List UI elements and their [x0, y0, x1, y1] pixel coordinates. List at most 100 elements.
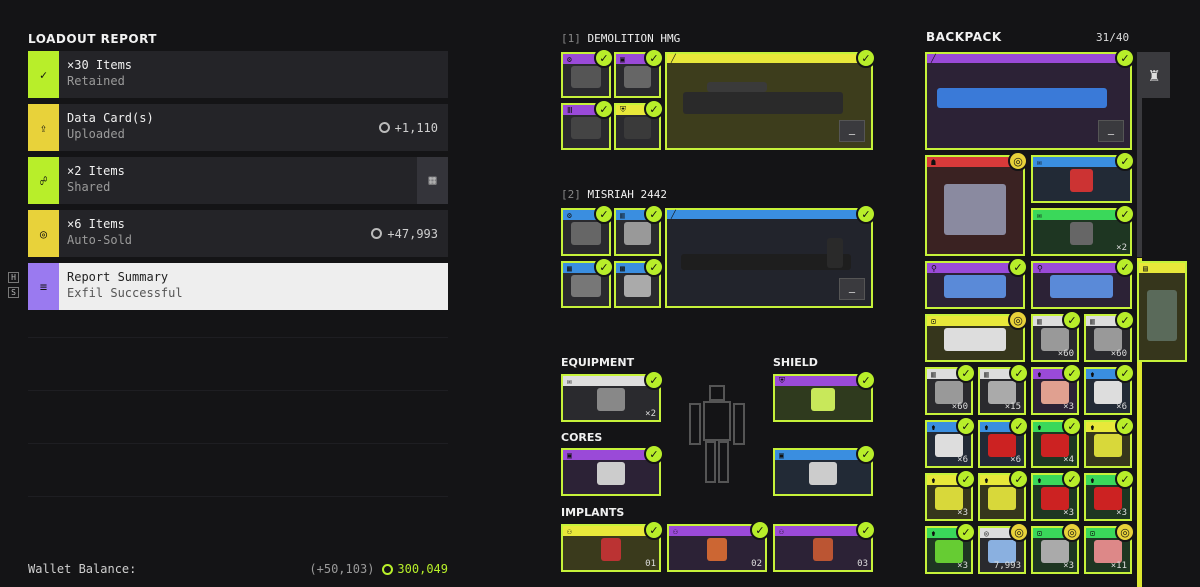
- weapon-2-slot[interactable]: ╱ ⚊ ✓: [665, 204, 876, 308]
- backpack-slot[interactable]: ▥ ×15 ✓: [978, 363, 1029, 415]
- backpack-slot[interactable]: ⚱ ×4 ✓: [1031, 416, 1082, 468]
- backpack-slot[interactable]: ⚱ ×3 ✓: [925, 522, 976, 574]
- hotkey-s[interactable]: S: [8, 287, 19, 298]
- hotkey-h[interactable]: H: [8, 272, 19, 283]
- backpack-item: [944, 328, 1006, 352]
- implant-slot[interactable]: ⚇ 03 ✓: [773, 520, 876, 572]
- consumable-item: [987, 487, 1017, 511]
- grenade-item: [596, 388, 626, 412]
- check-icon: ✓: [1115, 204, 1135, 224]
- weapon-2-mod-slot[interactable]: ▦ ✓: [561, 257, 614, 308]
- wallet-label: Wallet Balance:: [28, 562, 137, 576]
- backpack-slot[interactable]: ✉ ×2 ✓: [1031, 204, 1135, 256]
- equipment-slot[interactable]: ✉ ×2 ✓: [561, 370, 664, 422]
- backpack-weapon-slot[interactable]: ╱ ⚊ ✓: [925, 48, 1135, 150]
- check-icon: ✓: [1062, 310, 1082, 330]
- check-icon: ✓: [1115, 469, 1135, 489]
- item-type-icon: ▤: [1139, 263, 1185, 273]
- attachment-button[interactable]: ⚊: [839, 278, 865, 300]
- weapon-1-slot[interactable]: ╱ ⚊ ✓: [665, 48, 876, 150]
- loadout-report-panel: LOADOUT REPORT ✓ ×30 Items Retained ⇪ Dat…: [28, 0, 448, 587]
- backpack-weapon-image: [937, 88, 1107, 108]
- weapon-1-mod-slot[interactable]: ⚙ ✓: [561, 48, 614, 98]
- check-icon: ✓: [856, 444, 876, 464]
- implant-slot[interactable]: ⚇ 01 ✓: [561, 520, 664, 572]
- backpack-item: [1069, 222, 1094, 246]
- loadout-report-title: LOADOUT REPORT: [28, 32, 157, 46]
- weapon-1-image: [683, 92, 843, 114]
- data-card-row[interactable]: ⇪ Data Card(s) Uploaded +1,110: [28, 104, 448, 151]
- mod-item: [623, 275, 652, 298]
- data-card-title: Data Card(s): [67, 111, 154, 125]
- backpack-capacity: 31/40: [1096, 31, 1130, 44]
- attachment-button[interactable]: ⚊: [839, 120, 865, 142]
- backpack-slot[interactable]: ⚱ ×3 ✓: [1031, 363, 1082, 415]
- backpack-slot[interactable]: ☗ ◎: [925, 151, 1028, 256]
- backpack-slot[interactable]: ⚱ ×6 ✓: [1084, 363, 1135, 415]
- check-icon: ✓: [956, 363, 976, 383]
- consumable-item: [1093, 487, 1123, 511]
- check-icon: ✓: [594, 204, 614, 224]
- consumable-item: [934, 434, 964, 458]
- backpack-slot[interactable]: ✉ ✓: [1031, 151, 1135, 203]
- shared-row[interactable]: ☍ ×2 Items Shared ▦: [28, 157, 448, 204]
- ammo-item: [1040, 328, 1070, 352]
- mod-item: [623, 65, 652, 88]
- check-icon: ✓: [644, 99, 664, 119]
- backpack-slot[interactable]: ▥ ×60 ✓: [1031, 310, 1082, 362]
- check-icon: ✓: [1115, 363, 1135, 383]
- backpack-slot[interactable]: ▥ ×60 ✓: [1084, 310, 1135, 362]
- backpack-slot[interactable]: ⚱ ✓: [1084, 416, 1135, 468]
- check-icon: ✓: [644, 204, 664, 224]
- character-icon[interactable]: ♜: [1138, 52, 1170, 98]
- check-icon: ✓: [956, 416, 976, 436]
- backpack-slot[interactable]: ⚱ ✓: [978, 469, 1029, 521]
- data-card-item: [944, 275, 1006, 299]
- core-slot[interactable]: ▣ ✓: [561, 444, 664, 496]
- auto-sold-label: Auto-Sold: [67, 233, 133, 247]
- backpack-slot[interactable]: ⊡ ×3 ◎: [1031, 522, 1082, 574]
- weapon-2-mod-slot[interactable]: ⚙ ✓: [561, 204, 614, 256]
- backpack-slot[interactable]: ⚱ ×3 ✓: [925, 469, 976, 521]
- upload-icon: ⇪: [28, 104, 59, 151]
- backpack-slot[interactable]: ⚱ ×6 ✓: [978, 416, 1029, 468]
- grid-view-button[interactable]: ▦: [417, 157, 448, 204]
- core-slot[interactable]: ▣ ✓: [773, 444, 876, 496]
- check-icon: ✓: [1115, 310, 1135, 330]
- weapon-2-mod-slot[interactable]: ▩ ✓: [614, 257, 664, 308]
- implants-title: IMPLANTS: [561, 506, 625, 519]
- check-icon: ✓: [1009, 469, 1029, 489]
- backpack-slot[interactable]: ◎ 7,993 ◎: [978, 522, 1029, 574]
- check-icon: ✓: [644, 370, 664, 390]
- core-item: [596, 462, 626, 486]
- weapon-2-mod-slot[interactable]: ▥ ✓: [614, 204, 664, 256]
- implant-slot[interactable]: ⚇ 02 ✓: [667, 520, 770, 572]
- weapon-1-mod-slot[interactable]: Ⅲ ✓: [561, 99, 614, 150]
- backpack-slot[interactable]: ⚲ ✓: [925, 257, 1028, 309]
- ammo-item: [987, 381, 1017, 405]
- check-icon: ✓: [856, 48, 876, 68]
- attachment-button[interactable]: ⚊: [1098, 120, 1124, 142]
- backpack-slot[interactable]: ⊡ ◎: [925, 310, 1028, 362]
- implant-item: [813, 538, 833, 562]
- backpack-slot[interactable]: ⚱ ×3 ✓: [1031, 469, 1082, 521]
- coin-icon: ◎: [1008, 151, 1028, 171]
- ammo-item: [1093, 328, 1123, 352]
- check-icon: ✓: [1062, 416, 1082, 436]
- report-summary-status: Exfil Successful: [67, 286, 183, 300]
- backpack-slot[interactable]: ▥ ×60 ✓: [925, 363, 976, 415]
- retained-row[interactable]: ✓ ×30 Items Retained: [28, 51, 448, 98]
- backpack-slot[interactable]: ⚲ ✓: [1031, 257, 1135, 309]
- implant-item: [601, 538, 621, 562]
- shield-slot[interactable]: ⛨ ✓: [773, 370, 876, 422]
- backpack-item: [1040, 540, 1070, 564]
- wallet-delta: (+50,103): [309, 562, 375, 576]
- auto-sold-row[interactable]: ◎ ×6 Items Auto-Sold +47,993: [28, 210, 448, 257]
- backpack-slot[interactable]: ▤: [1137, 261, 1187, 362]
- backpack-slot[interactable]: ⚱ ×3 ✓: [1084, 469, 1135, 521]
- weapon-1-mod-slot[interactable]: ⛨ ✓: [614, 99, 664, 150]
- backpack-slot[interactable]: ⊡ ×11 ◎: [1084, 522, 1135, 574]
- report-summary-row[interactable]: ≡ Report Summary Exfil Successful: [28, 263, 448, 310]
- weapon-1-mod-slot[interactable]: ▣ ✓: [614, 48, 664, 98]
- backpack-slot[interactable]: ⚱ ×6 ✓: [925, 416, 976, 468]
